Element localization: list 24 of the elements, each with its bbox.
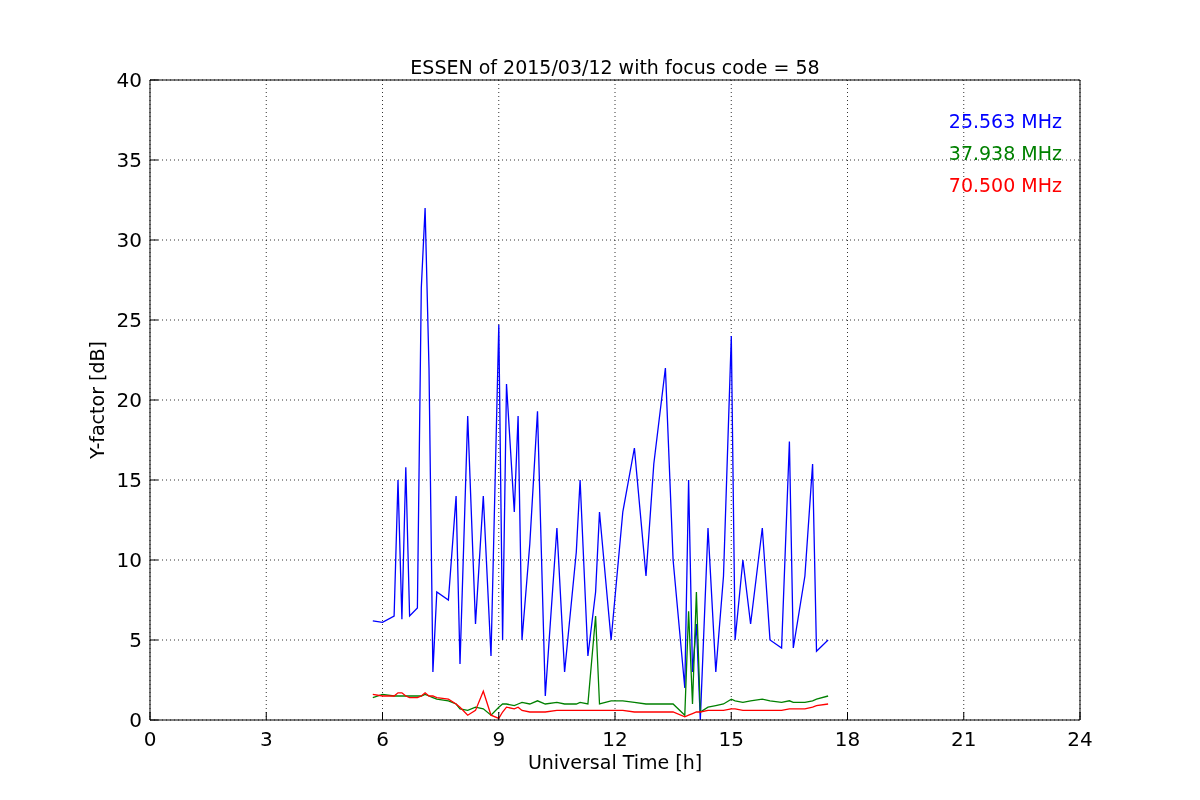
y-tick-label: 0 (129, 708, 142, 732)
x-tick-label: 0 (143, 727, 157, 751)
x-tick-label: 21 (951, 727, 977, 751)
x-tick-label: 15 (718, 727, 744, 751)
x-tick-label: 6 (376, 727, 389, 751)
y-tick-label: 15 (116, 468, 142, 492)
legend-label: 25.563 MHz (948, 110, 1062, 132)
y-tick-label: 30 (116, 228, 142, 252)
y-tick-label: 40 (116, 68, 142, 92)
x-tick-label: 3 (259, 727, 273, 751)
y-tick-label: 35 (116, 148, 142, 172)
y-tick-label: 10 (116, 548, 142, 572)
y-axis-title: Y-factor [dB] (86, 341, 108, 459)
chart-title: ESSEN of 2015/03/12 with focus code = 58 (410, 56, 820, 78)
x-axis-title: Universal Time [h] (527, 751, 703, 773)
y-tick-label: 5 (129, 628, 142, 652)
x-tick-label: 24 (1067, 727, 1093, 751)
x-tick-label: 18 (834, 727, 861, 751)
y-tick-label: 20 (116, 388, 142, 412)
y-tick-label: 25 (116, 308, 142, 332)
legend-label: 70.500 MHz (948, 174, 1062, 196)
x-tick-label: 12 (602, 727, 628, 751)
x-tick-label: 9 (492, 727, 506, 751)
legend-label: 37.938 MHz (948, 142, 1062, 164)
